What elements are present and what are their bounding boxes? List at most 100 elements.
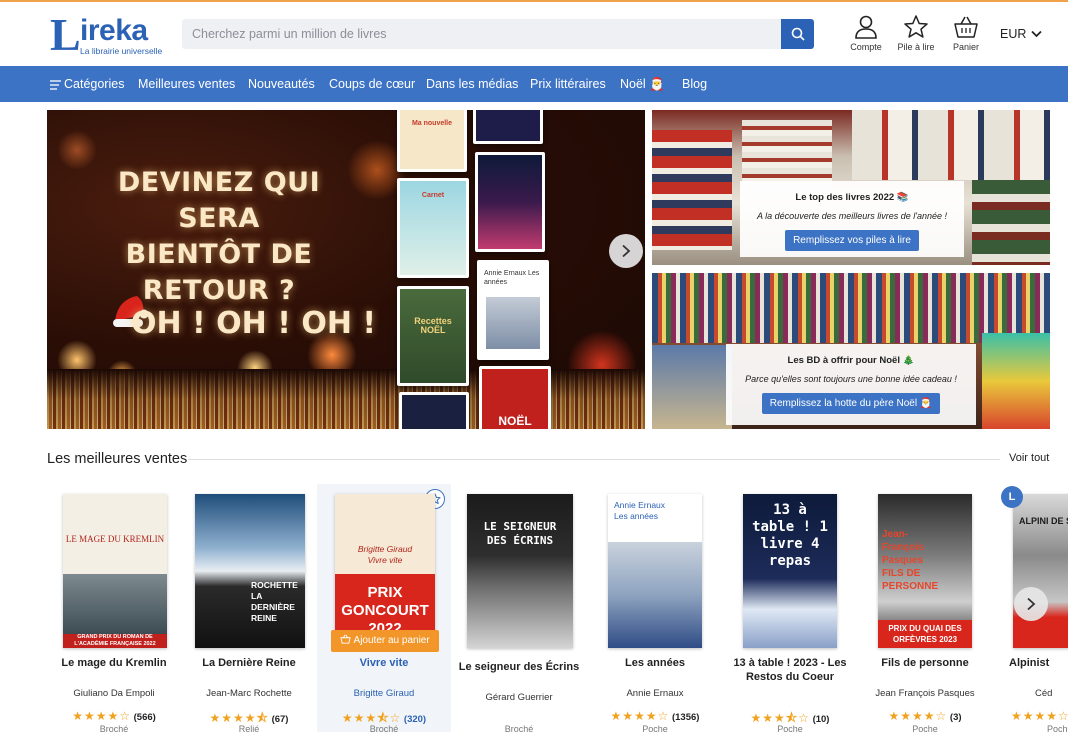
product-title[interactable]: Vivre vite: [317, 656, 451, 670]
product-title[interactable]: Les années: [588, 656, 722, 670]
product-rating: ★★★★☆ (566): [47, 709, 181, 723]
carousel-next-button[interactable]: [609, 234, 643, 268]
nav-favorites[interactable]: Coups de cœur: [329, 66, 415, 102]
product-format: Poche: [642, 724, 668, 732]
product-card[interactable]: ROCHETTE LA DERNIÈRE REINE La Dernière R…: [182, 484, 316, 732]
promo-banner-comics[interactable]: Les BD à offrir pour Noël 🎄 Parce qu'ell…: [652, 273, 1050, 429]
product-card[interactable]: Jean-François Pasques FILS DE PERSONNE P…: [858, 484, 992, 732]
book-cover[interactable]: LE SEIGNEUR DES ÉCRINS: [467, 494, 573, 648]
nav-categories[interactable]: Catégories: [50, 66, 124, 102]
product-author[interactable]: Jean-Marc Rochette: [182, 688, 316, 699]
product-card[interactable]: LE SEIGNEUR DES ÉCRINS Le seigneur des É…: [452, 484, 586, 732]
book-cover[interactable]: LE MAGE DU KREMLIN GRAND PRIX DU ROMAN D…: [63, 494, 167, 648]
promo-subtitle: Parce qu'elles sont toujours une bonne i…: [745, 374, 957, 384]
product-title[interactable]: La Dernière Reine: [182, 656, 316, 670]
nav-media[interactable]: Dans les médias: [426, 66, 518, 102]
rating-stars: ★★★★⯪: [209, 711, 269, 725]
product-author[interactable]: Céd: [1035, 688, 1068, 699]
section-divider: [188, 459, 1000, 460]
product-author[interactable]: Brigitte Giraud: [317, 688, 451, 699]
product-card[interactable]: 13 à table ! 1 livre 4 repas 13 à table …: [723, 484, 857, 732]
account-button[interactable]: Compte: [842, 14, 890, 52]
reading-list-button[interactable]: Pile à lire: [892, 14, 940, 52]
nav-bestsellers[interactable]: Meilleures ventes: [138, 66, 235, 102]
cover-title: LE MAGE DU KREMLIN: [65, 534, 165, 544]
rating-stars: ★★★★☆: [610, 709, 670, 723]
cover-title: ROCHETTE LA DERNIÈRE REINE: [251, 580, 298, 623]
star-icon: [904, 15, 928, 38]
book-cover[interactable]: 13 à table ! 1 livre 4 repas: [743, 494, 837, 648]
currency-value: EUR: [1000, 27, 1027, 41]
cover-title: ALPINI DE STA: [1019, 516, 1068, 526]
hero-book-title: NOËL: [498, 414, 532, 428]
hero-banner[interactable]: DEVINEZ QUI SERA BIENTÔT DE RETOUR ? OH …: [47, 110, 645, 429]
nav-literary-prizes[interactable]: Prix littéraires: [530, 66, 606, 102]
user-icon: [855, 15, 877, 39]
add-to-cart-button[interactable]: Ajouter au panier: [331, 630, 439, 652]
promo-card: Les BD à offrir pour Noël 🎄 Parce qu'ell…: [726, 344, 976, 425]
chevron-right-icon: [622, 244, 631, 258]
product-card[interactable]: LE MAGE DU KREMLIN GRAND PRIX DU ROMAN D…: [47, 484, 181, 732]
search-bar: [182, 19, 814, 49]
section-title: Les meilleures ventes: [47, 451, 188, 467]
cover-title: LE SEIGNEUR DES ÉCRINS: [483, 520, 557, 547]
currency-selector[interactable]: EUR: [1000, 27, 1043, 41]
site-header: L ireka La librairie universelle Compte …: [0, 2, 1068, 66]
logo-tagline: La librairie universelle: [80, 46, 163, 56]
hero-subtitle: OH ! OH ! OH !: [131, 306, 377, 341]
product-format: Broché: [504, 724, 534, 732]
product-format: Poche: [1047, 724, 1068, 732]
hero-book-title: Recettes NOËL: [414, 316, 452, 335]
hero-book: Ma nouvelle: [397, 110, 467, 172]
book-cover[interactable]: ROCHETTE LA DERNIÈRE REINE: [195, 494, 305, 648]
product-format: Poche: [912, 724, 938, 732]
book-cover[interactable]: ALPINI DE STA: [1013, 494, 1068, 648]
search-input[interactable]: [182, 19, 780, 49]
book-stack-decoration: [742, 120, 832, 190]
hero-book-title: Ma nouvelle: [411, 120, 453, 127]
products-next-button[interactable]: [1014, 587, 1048, 621]
nav-blog[interactable]: Blog: [682, 66, 707, 102]
book-cover[interactable]: Jean-François Pasques FILS DE PERSONNE P…: [878, 494, 972, 648]
promo-title: Les BD à offrir pour Noël 🎄: [787, 355, 915, 366]
product-title[interactable]: Le mage du Kremlin: [47, 656, 181, 670]
hero-book: Carnet: [397, 178, 469, 278]
search-button[interactable]: [781, 19, 814, 49]
book-cover[interactable]: Brigitte Giraud Vivre vite PRIX GONCOURT…: [335, 494, 435, 648]
product-rating: ★★★★☆ (3): [858, 709, 992, 723]
nav-christmas[interactable]: Noël 🎅: [620, 66, 665, 102]
bookshelf-decoration: [982, 333, 1050, 429]
hero-book: Annie Ernaux Les années: [477, 260, 549, 360]
product-author[interactable]: Giuliano Da Empoli: [47, 688, 181, 699]
basket-icon: [340, 634, 351, 644]
promo-title: Le top des livres 2022 📚: [795, 192, 909, 203]
product-title[interactable]: Alpinist: [1009, 656, 1068, 670]
promo-subtitle: A la découverte des meilleurs livres de …: [757, 211, 947, 221]
hero-book-art: [486, 297, 540, 349]
product-card[interactable]: Brigitte Giraud Vivre vite PRIX GONCOURT…: [317, 484, 451, 732]
cover-title: Brigitte Giraud Vivre vite: [357, 544, 413, 565]
product-title[interactable]: Fils de personne: [858, 656, 992, 670]
cart-button[interactable]: Panier: [942, 14, 990, 52]
see-all-link[interactable]: Voir tout: [1009, 452, 1049, 464]
book-stack-decoration: [972, 180, 1050, 265]
product-title[interactable]: 13 à table ! 2023 - Les Restos du Coeur: [723, 656, 857, 684]
hero-book: [473, 110, 543, 144]
product-author[interactable]: Jean François Pasques: [858, 688, 992, 699]
hero-book-title: Annie Ernaux Les années: [484, 270, 540, 286]
promo-button[interactable]: Remplissez vos piles à lire: [785, 230, 919, 251]
rating-count: (566): [133, 712, 156, 723]
product-title[interactable]: Le seigneur des Écrins: [452, 660, 586, 674]
book-cover[interactable]: Annie Ernaux Les années: [608, 494, 702, 648]
promo-banner-top-books[interactable]: Le top des livres 2022 📚 A la découverte…: [652, 110, 1050, 265]
bokeh-light: [57, 130, 97, 170]
product-author[interactable]: Annie Ernaux: [588, 688, 722, 699]
logo[interactable]: L ireka La librairie universelle: [50, 12, 162, 58]
promo-button[interactable]: Remplissez la hotte du père Noël 🎅: [761, 393, 941, 414]
product-author[interactable]: Gérard Guerrier: [452, 692, 586, 703]
cover-title: 13 à table ! 1 livre 4 repas: [752, 502, 828, 569]
nav-new-releases[interactable]: Nouveautés: [248, 66, 315, 102]
basket-icon: [954, 16, 978, 38]
product-card[interactable]: Annie Ernaux Les années Les années Annie…: [588, 484, 722, 732]
rating-stars: ★★★⯪☆: [750, 711, 810, 725]
